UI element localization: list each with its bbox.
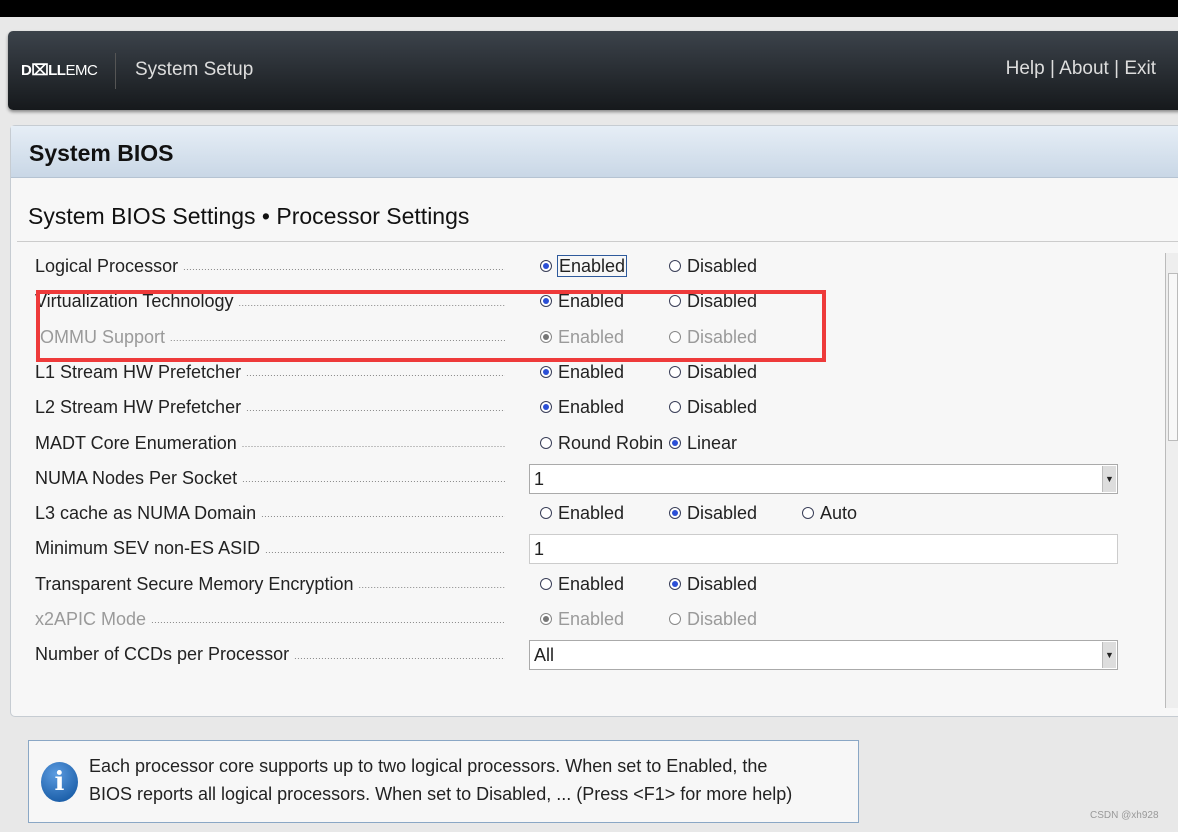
dropdown-select[interactable]: All ▼ [529,640,1118,671]
radio-option[interactable]: Disabled [669,397,757,418]
setting-label: MADT Core Enumeration [35,433,505,454]
dell-emc-logo: D⌧LLEMC [21,62,98,79]
help-text: Each processor core supports up to two l… [89,752,792,808]
setting-label: NUMA Nodes Per Socket [35,468,505,489]
about-link[interactable]: About [1059,58,1109,79]
radio-button[interactable] [540,260,552,272]
input-value: 1 [534,539,545,560]
radio-option[interactable]: Enabled [540,362,624,383]
radio-button[interactable] [540,401,552,414]
header-divider [115,53,116,89]
divider [17,241,1178,242]
setting-row: NUMA Nodes Per Socket1▼ [35,463,1125,494]
setting-row: L1 Stream HW Prefetcher Enabled Disabled [35,358,1125,388]
setting-row: Minimum SEV non-ES ASID 1 [35,534,1125,565]
help-box: i Each processor core supports up to two… [28,740,859,823]
radio-button[interactable] [669,577,681,590]
radio-label: Disabled [687,361,758,382]
setting-label: L1 Stream HW Prefetcher [35,362,505,383]
radio-button[interactable] [802,507,814,520]
radio-option[interactable]: Disabled [669,503,757,524]
help-link[interactable]: Help [1006,58,1045,79]
highlight-box [36,290,826,362]
setting-label: Minimum SEV non-ES ASID [35,538,505,559]
page-subtitle: System BIOS Settings • Processor Setting… [28,203,470,229]
radio-button [669,613,681,625]
setting-row: Logical Processor Enabled Disabled [35,252,1125,282]
radio-label: Disabled [687,256,758,276]
radio-label: Enabled [558,397,625,418]
text-input[interactable]: 1 [529,534,1118,565]
radio-button[interactable] [669,365,681,378]
setting-label: x2APIC Mode [35,609,505,630]
radio-button[interactable] [669,436,681,449]
radio-option[interactable]: Enabled [540,397,624,418]
help-line-2: BIOS reports all logical processors. Whe… [89,784,793,804]
app-title: System Setup [135,59,254,80]
setting-row: MADT Core Enumeration Round Robin Linear [35,429,1125,459]
header-bar: D⌧LLEMC System Setup Help | About | Exit [8,31,1178,110]
exit-link[interactable]: Exit [1124,58,1156,79]
radio-label: Disabled [687,397,758,418]
chevron-down-icon[interactable]: ▼ [1102,642,1116,669]
radio-option: Enabled [540,609,624,630]
radio-label: Linear [687,432,738,453]
radio-option: Disabled [669,609,757,630]
radio-button[interactable] [540,365,552,378]
setting-row: x2APIC Mode Enabled Disabled [35,605,1125,635]
radio-button[interactable] [669,507,681,520]
radio-button[interactable] [669,401,681,414]
top-strip [0,0,1178,17]
separator: | [1049,58,1055,79]
radio-option[interactable]: Disabled [669,256,757,277]
separator: | [1114,58,1120,79]
setting-label: Number of CCDs per Processor [35,644,505,665]
radio-label: Round Robin [558,432,664,453]
radio-option[interactable]: Enabled [540,255,628,277]
dropdown-value: All [534,645,555,666]
radio-button[interactable] [540,507,552,520]
scrollbar-thumb[interactable] [1168,273,1178,441]
radio-label: Enabled [558,573,625,594]
radio-option[interactable]: Linear [669,433,737,454]
radio-option[interactable]: Disabled [669,362,757,383]
radio-label: Enabled [558,503,625,524]
radio-label: Disabled [687,573,758,594]
setting-label: Transparent Secure Memory Encryption [35,574,505,595]
help-line-1: Each processor core supports up to two l… [89,756,768,776]
setting-label: L3 cache as NUMA Domain [35,503,505,524]
radio-option[interactable]: Round Robin [540,433,663,454]
radio-label: Disabled [687,609,758,629]
setting-row: Transparent Secure Memory Encryption Enab… [35,570,1125,600]
radio-button[interactable] [669,260,681,272]
setting-label: Logical Processor [35,256,505,277]
watermark: CSDN @xh928 [1090,810,1159,821]
info-icon: i [41,762,78,802]
radio-option[interactable]: Auto [802,503,857,524]
setting-row: Number of CCDs per Processor All ▼ [35,640,1125,671]
setting-row: L3 cache as NUMA Domain Enabled Disabled Au… [35,499,1125,529]
radio-button [540,613,552,625]
panel-title: System BIOS [11,126,1178,178]
radio-button[interactable] [540,577,552,590]
setting-label: L2 Stream HW Prefetcher [35,397,505,418]
setting-row: L2 Stream HW Prefetcher Enabled Disabled [35,393,1125,423]
radio-option[interactable]: Enabled [540,503,624,524]
radio-label: Auto [820,503,858,524]
radio-button[interactable] [540,436,552,449]
chevron-down-icon[interactable]: ▼ [1102,465,1116,492]
dropdown-value: 1 [534,468,545,489]
dropdown-select[interactable]: 1 ▼ [529,463,1118,494]
header-links: Help | About | Exit [1006,58,1156,80]
radio-option[interactable]: Disabled [669,574,757,595]
scrollbar[interactable] [1165,253,1178,708]
radio-label: Enabled [556,255,628,277]
radio-option[interactable]: Enabled [540,574,624,595]
radio-label: Disabled [687,503,758,524]
radio-label: Enabled [558,361,625,382]
radio-label: Enabled [558,609,625,629]
